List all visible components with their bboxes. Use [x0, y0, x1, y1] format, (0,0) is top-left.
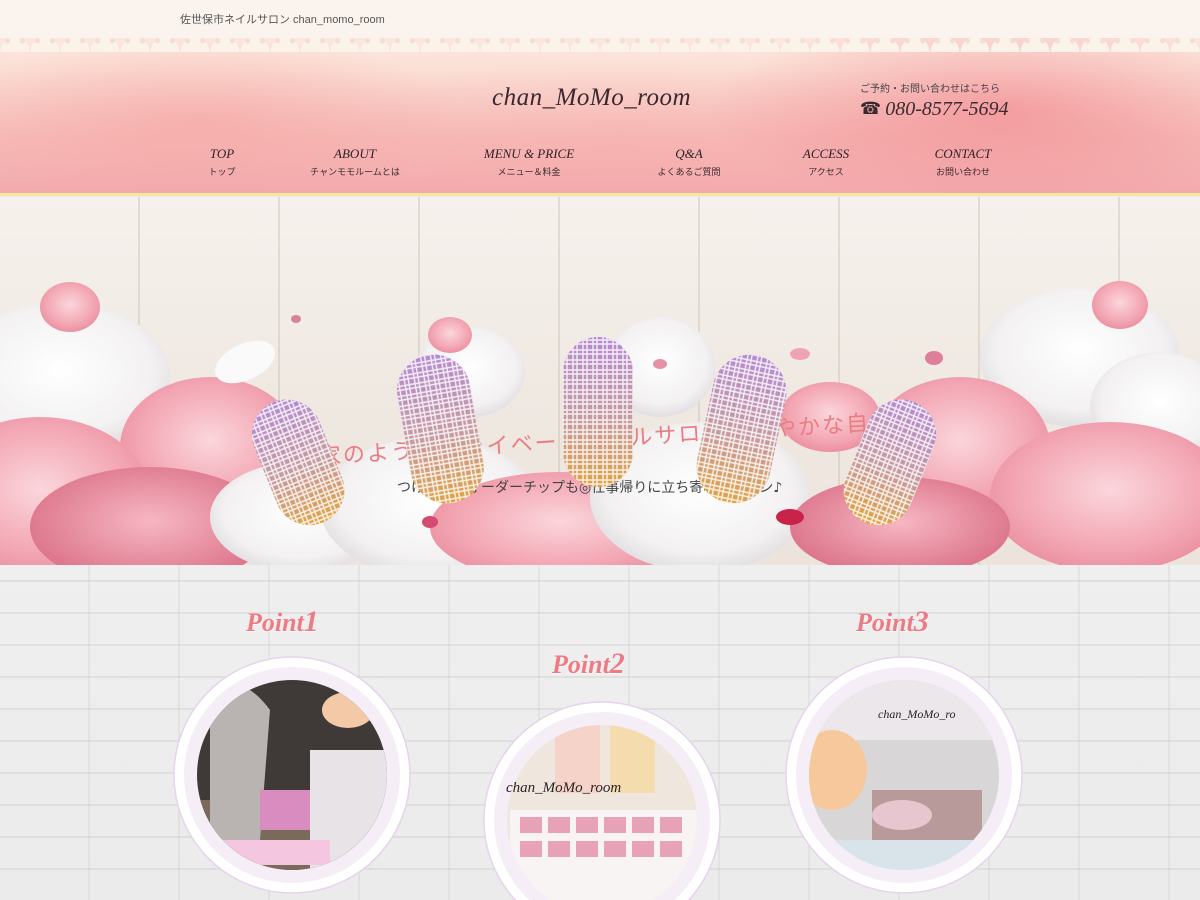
points-section: Point1 Point2 chan_MoMo_room Point3 chan… [0, 565, 1200, 900]
point-number: 2 [609, 647, 625, 680]
point-number: 1 [303, 605, 319, 638]
nav-item-label: ABOUT [334, 146, 376, 161]
nav-item-sublabel: チャンモモルームとは [310, 168, 400, 178]
phone-row[interactable]: ☎ 080-8577-5694 [860, 98, 1009, 121]
point-number: 3 [913, 605, 929, 638]
nav-item-about[interactable]: ABOUT チャンモモルームとは [310, 146, 400, 178]
point-label: Point [856, 608, 914, 637]
nav-item-contact[interactable]: CONTACT お問い合わせ [935, 146, 992, 178]
point-2-photo[interactable] [480, 695, 725, 900]
nail-tip [396, 354, 484, 504]
phone-icon: ☎ [860, 99, 882, 119]
nav-item-menu-price[interactable]: MENU & PRICE メニュー＆料金 [484, 146, 574, 178]
nav-item-sublabel: よくあるご質問 [657, 168, 721, 178]
nail-tips-image [251, 337, 937, 526]
nav-item-qa[interactable]: Q&A よくあるご質問 [657, 146, 720, 178]
site-tagline: 佐世保市ネイルサロン chan_momo_room [180, 14, 385, 26]
hero-banner: 隠れ家のようなプライベートネイルサロンで華やかな自分に♪ つけ放題・オーダーチッ… [0, 197, 1200, 565]
nav-item-label: TOP [209, 146, 235, 161]
point-label: Point [246, 608, 304, 637]
nav-item-label: ACCESS [802, 146, 850, 161]
header-divider [0, 193, 1200, 196]
nav-item-sublabel: お問い合わせ [935, 168, 990, 178]
nav-item-label: MENU & PRICE [483, 146, 575, 161]
nail-tip [563, 337, 633, 487]
nav-item-sublabel: メニュー＆料金 [497, 168, 561, 178]
site-header: 佐世保市ネイルサロン chan_momo_room chan_MoMo_room… [0, 0, 1200, 196]
nav-item-sublabel: アクセス [808, 168, 844, 178]
phone-number[interactable]: 080-8577-5694 [885, 98, 1008, 121]
nav-item-label: CONTACT [934, 146, 992, 161]
point-2-heading: Point2 [552, 647, 625, 681]
point-3-photo-caption: chan_MoMo_ro [878, 707, 956, 721]
nav-item-label: Q&A [675, 146, 703, 161]
nav-item-sublabel: トップ [208, 168, 236, 178]
contact-box: ご予約・お問い合わせはこちら ☎ 080-8577-5694 [860, 80, 1009, 121]
site-logo[interactable]: chan_MoMo_room [492, 84, 691, 112]
lace-dots [0, 36, 1200, 46]
nail-tip [843, 399, 937, 526]
main-nav: TOP トップ ABOUT チャンモモルームとは MENU & PRICE メニ… [0, 146, 1200, 182]
nav-item-access[interactable]: ACCESS アクセス [803, 146, 849, 178]
nail-tip [696, 354, 787, 504]
point-label: Point [552, 650, 610, 679]
contact-caption: ご予約・お問い合わせはこちら [860, 84, 1000, 95]
point-2-photo-caption: chan_MoMo_room [506, 780, 622, 796]
point-3-heading: Point3 [856, 605, 929, 639]
point-3-photo[interactable] [782, 650, 1027, 900]
nav-item-top[interactable]: TOP トップ [208, 146, 235, 178]
point-1-photo[interactable] [170, 650, 415, 900]
nail-tip [251, 399, 345, 526]
point-1-heading: Point1 [246, 605, 319, 639]
